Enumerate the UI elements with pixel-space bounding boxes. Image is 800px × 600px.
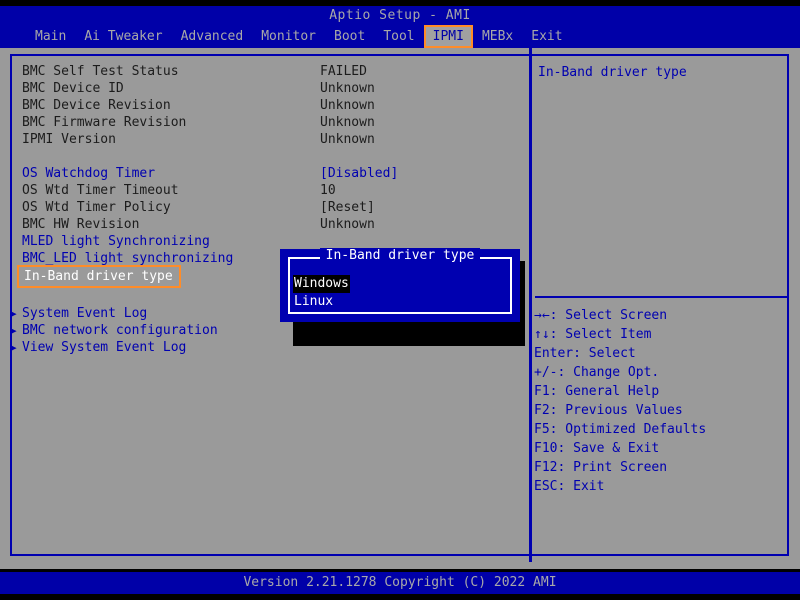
tab-ai-tweaker[interactable]: Ai Tweaker: [75, 25, 171, 48]
menubar: MainAi TweakerAdvancedMonitorBootToolIPM…: [0, 25, 800, 47]
settings-row-label: OS Watchdog Timer: [22, 165, 155, 182]
help-horizontal-divider: [535, 296, 789, 298]
version-text: Version 2.21.1278 Copyright (C) 2022 AMI: [0, 573, 800, 593]
panel-vertical-divider: [529, 48, 532, 562]
settings-row[interactable]: OS Wtd Timer Policy [Reset]: [22, 199, 522, 216]
settings-row[interactable]: BMC Self Test Status FAILED: [22, 63, 522, 80]
tab-ipmi[interactable]: IPMI: [424, 25, 473, 48]
bios-setup-screen: Aptio Setup - AMI MainAi TweakerAdvanced…: [0, 0, 800, 600]
settings-row-value: [Reset]: [320, 199, 375, 216]
in-band-driver-type-dialog: In-Band driver type Windows Linux: [280, 249, 520, 322]
settings-row-label: BMC Firmware Revision: [22, 114, 186, 131]
settings-row[interactable]: IPMI Version Unknown: [22, 131, 522, 148]
settings-row-label: In-Band driver type: [17, 265, 181, 288]
settings-row-value: FAILED: [320, 63, 367, 80]
dialog-option-row[interactable]: Windows: [293, 272, 507, 290]
submenu-arrow-icon: ▶: [10, 322, 17, 339]
settings-row[interactable]: OS Wtd Timer Timeout 10: [22, 182, 522, 199]
settings-row-label: OS Wtd Timer Policy: [22, 199, 171, 216]
key-legend-item: ↑↓: Select Item: [534, 325, 794, 344]
help-title: In-Band driver type: [538, 64, 687, 81]
settings-row-label: OS Wtd Timer Timeout: [22, 182, 179, 199]
tab-main[interactable]: Main: [26, 25, 75, 48]
submenu-arrow-icon: ▶: [10, 305, 17, 322]
key-legend-item: F12: Print Screen: [534, 458, 794, 477]
settings-row-value: Unknown: [320, 114, 375, 131]
settings-row[interactable]: BMC Device ID Unknown: [22, 80, 522, 97]
dialog-option-linux[interactable]: Linux: [293, 293, 334, 311]
tab-tool[interactable]: Tool: [374, 25, 423, 48]
dialog-title-text: In-Band driver type: [320, 248, 481, 263]
settings-row[interactable]: BMC Firmware Revision Unknown: [22, 114, 522, 131]
tab-exit[interactable]: Exit: [522, 25, 571, 48]
settings-row[interactable]: OS Watchdog Timer [Disabled]: [22, 165, 522, 182]
settings-row-value: Unknown: [320, 80, 375, 97]
settings-row-label: BMC network configuration: [22, 322, 218, 339]
settings-row-label: BMC Device Revision: [22, 97, 171, 114]
settings-row-value: 10: [320, 182, 336, 199]
key-legend-item: Enter: Select: [534, 344, 794, 363]
key-legend-item: →←: Select Screen: [534, 306, 794, 325]
settings-row-label: View System Event Log: [22, 339, 186, 356]
page-title: Aptio Setup - AMI: [0, 8, 800, 23]
key-legend-item: ESC: Exit: [534, 477, 794, 496]
key-legend-item: F5: Optimized Defaults: [534, 420, 794, 439]
tab-mebx[interactable]: MEBx: [473, 25, 522, 48]
key-legend-item: F2: Previous Values: [534, 401, 794, 420]
settings-row-value: Unknown: [320, 131, 375, 148]
settings-row-label: IPMI Version: [22, 131, 116, 148]
key-legend-item: +/-: Change Opt.: [534, 363, 794, 382]
dialog-option-row[interactable]: Linux: [293, 290, 507, 308]
settings-row-value: [Disabled]: [320, 165, 398, 182]
submenu-arrow-icon: ▶: [10, 339, 17, 356]
settings-row-value: Unknown: [320, 216, 375, 233]
settings-row-label: BMC HW Revision: [22, 216, 139, 233]
key-legend-item: F10: Save & Exit: [534, 439, 794, 458]
settings-row-label: BMC Self Test Status: [22, 63, 179, 80]
settings-row-label: MLED light Synchronizing: [22, 233, 210, 250]
tab-monitor[interactable]: Monitor: [252, 25, 325, 48]
settings-row[interactable]: BMC HW Revision Unknown: [22, 216, 522, 233]
settings-row-label: System Event Log: [22, 305, 147, 322]
list-spacer: [22, 148, 522, 165]
dialog-option-list: Windows Linux: [293, 272, 507, 308]
tab-advanced[interactable]: Advanced: [172, 25, 253, 48]
settings-row[interactable]: BMC Device Revision Unknown: [22, 97, 522, 114]
key-legend-item: F1: General Help: [534, 382, 794, 401]
settings-row-value: Unknown: [320, 97, 375, 114]
settings-row-label: BMC Device ID: [22, 80, 124, 97]
dialog-title: In-Band driver type: [280, 247, 520, 264]
key-legend: →←: Select Screen↑↓: Select ItemEnter: S…: [534, 306, 794, 496]
tab-boot[interactable]: Boot: [325, 25, 374, 48]
